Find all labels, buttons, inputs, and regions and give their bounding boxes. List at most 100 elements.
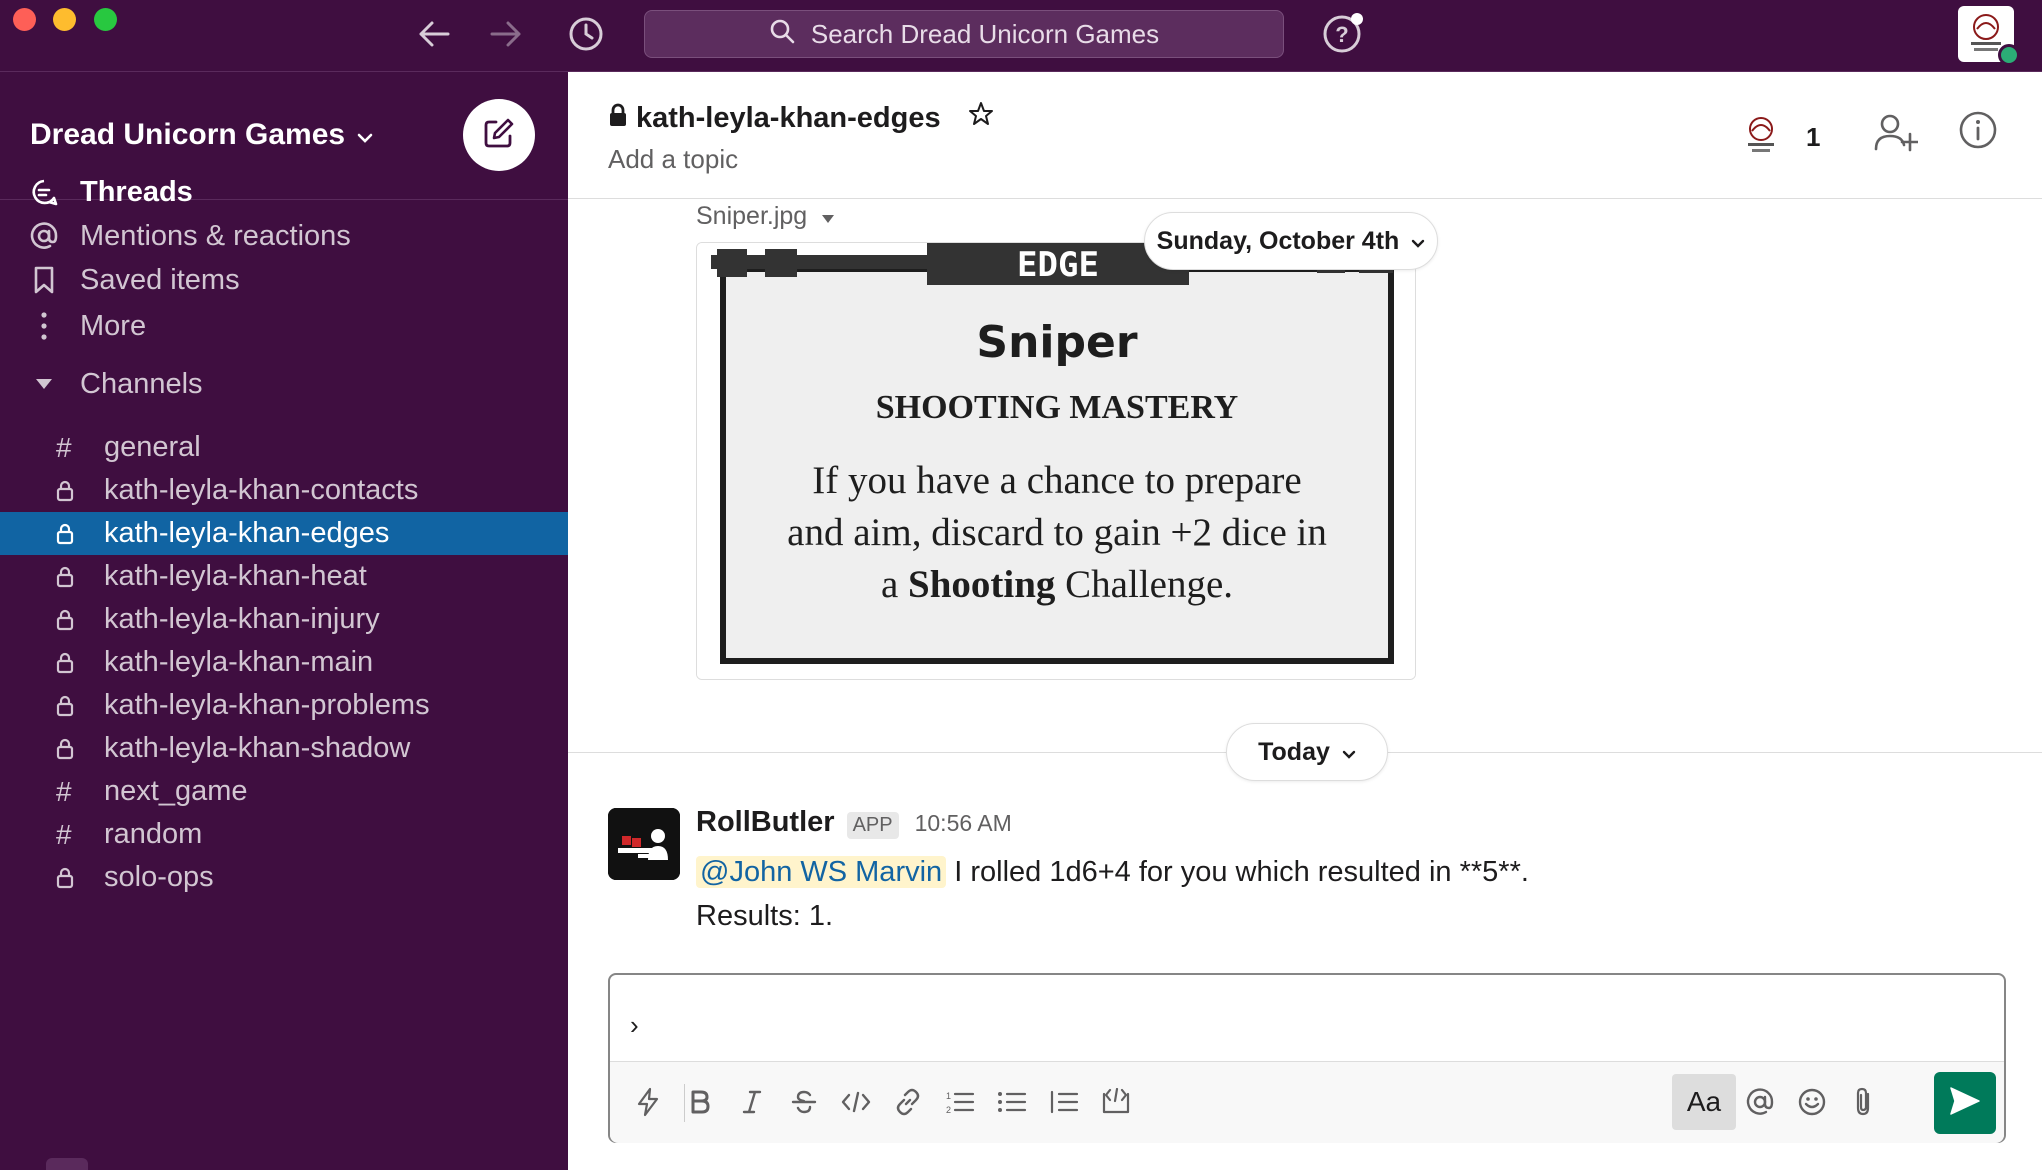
channel-title[interactable]: kath-leyla-khan-edges — [608, 100, 995, 136]
sidebar-channel-kath-leyla-khan-problems[interactable]: kath-leyla-khan-problems — [0, 684, 568, 727]
attachment-filename[interactable]: Sniper.jpg — [696, 202, 835, 231]
member-count[interactable]: 1 — [1806, 122, 1820, 153]
sidebar-channel-next_game[interactable]: # next_game — [0, 770, 568, 813]
attachment-paperclip-icon[interactable] — [1836, 1074, 1892, 1130]
strikethrough-icon[interactable] — [776, 1074, 832, 1130]
maximize-window-button[interactable] — [94, 8, 117, 31]
sidebar-channel-random[interactable]: # random — [0, 813, 568, 856]
channel-topic[interactable]: Add a topic — [608, 144, 738, 175]
lock-icon — [608, 102, 628, 135]
emoji-icon[interactable] — [1784, 1074, 1840, 1130]
back-arrow-icon[interactable] — [412, 12, 456, 56]
sidebar-item-label: Mentions & reactions — [80, 219, 351, 252]
message-results: Results: 1. — [696, 900, 833, 932]
sidebar-item-label: More — [80, 309, 147, 342]
sidebar-item-label: Saved items — [80, 263, 240, 296]
link-icon[interactable] — [880, 1074, 936, 1130]
formatting-toggle-label: Aa — [1686, 1086, 1722, 1117]
message-line: @John WS Marvin I rolled 1d6+4 for you w… — [696, 850, 1529, 894]
blockquote-icon[interactable] — [1036, 1074, 1092, 1130]
date-divider-today[interactable]: Today — [1226, 723, 1388, 781]
bookmark-icon — [28, 265, 60, 295]
svg-text:?: ? — [1335, 22, 1348, 47]
code-block-icon[interactable] — [1088, 1074, 1144, 1130]
chevron-down-icon — [1342, 738, 1356, 767]
code-icon[interactable] — [828, 1074, 884, 1130]
sidebar-item-label: Threads — [80, 175, 193, 208]
sidebar-channel-kath-leyla-khan-injury[interactable]: kath-leyla-khan-injury — [0, 598, 568, 641]
card-rules-fragment: Challenge. — [1055, 563, 1234, 606]
sidebar-channel-general[interactable]: # general — [0, 426, 568, 469]
channels-section-toggle[interactable]: Channels — [28, 364, 203, 404]
channel-label: kath-leyla-khan-main — [104, 646, 374, 678]
member-avatar[interactable] — [1738, 112, 1784, 163]
chevron-down-icon — [357, 118, 373, 152]
sidebar-channel-kath-leyla-khan-heat[interactable]: kath-leyla-khan-heat — [0, 555, 568, 598]
card-rules-bold: Shooting — [908, 563, 1056, 606]
minimize-window-button[interactable] — [53, 8, 76, 31]
workspace-menu[interactable]: Dread Unicorn Games — [30, 118, 373, 152]
formatting-toggle-button[interactable]: Aa — [1672, 1074, 1736, 1130]
user-mention[interactable]: @John WS Marvin — [696, 856, 947, 888]
mention-at-icon[interactable] — [1732, 1074, 1788, 1130]
sidebar-item-mentions[interactable]: Mentions & reactions — [28, 216, 351, 256]
shortcuts-lightning-icon[interactable] — [620, 1074, 676, 1130]
sidebar-item-saved[interactable]: Saved items — [28, 260, 240, 300]
sidebar: Dread Unicorn Games Threads Mentions & r… — [0, 72, 568, 1170]
message-author[interactable]: RollButler — [696, 806, 835, 839]
search-input[interactable]: Search Dread Unicorn Games — [644, 10, 1284, 58]
channel-label: kath-leyla-khan-contacts — [104, 474, 419, 506]
formatting-toolbar: 12 Aa — [610, 1061, 2004, 1143]
italic-icon[interactable] — [724, 1074, 780, 1130]
channel-label: kath-leyla-khan-shadow — [104, 732, 411, 764]
app-badge: APP — [846, 812, 899, 839]
channel-label: kath-leyla-khan-heat — [104, 560, 367, 592]
message-timestamp[interactable]: 10:56 AM — [915, 810, 1012, 837]
message-header: RollButler APP 10:56 AM — [696, 806, 1012, 839]
threads-icon — [28, 178, 60, 206]
lock-icon — [0, 867, 104, 889]
bot-avatar[interactable] — [608, 808, 680, 880]
sidebar-channel-kath-leyla-khan-main[interactable]: kath-leyla-khan-main — [0, 641, 568, 684]
compose-icon — [482, 116, 516, 155]
channel-header: kath-leyla-khan-edges Add a topic 1 — [568, 72, 2042, 199]
ordered-list-icon[interactable]: 12 — [932, 1074, 988, 1130]
sidebar-channel-kath-leyla-khan-edges[interactable]: kath-leyla-khan-edges — [0, 512, 568, 555]
message-composer: 12 Aa — [608, 973, 2006, 1143]
add-member-icon[interactable] — [1874, 112, 1920, 157]
forward-arrow-icon[interactable] — [484, 12, 528, 56]
main-pane: kath-leyla-khan-edges Add a topic 1 Snip… — [568, 72, 2042, 1170]
close-window-button[interactable] — [13, 8, 36, 31]
star-icon[interactable] — [967, 100, 995, 136]
date-divider-previous[interactable]: Sunday, October 4th — [1144, 212, 1438, 270]
hash-icon: # — [56, 775, 72, 807]
channel-label: random — [104, 818, 203, 850]
help-icon[interactable]: ? — [1320, 12, 1364, 56]
lock-icon — [0, 523, 104, 545]
sidebar-channel-kath-leyla-khan-contacts[interactable]: kath-leyla-khan-contacts — [0, 469, 568, 512]
send-icon — [1949, 1086, 1981, 1121]
caret-down-icon — [821, 202, 835, 231]
channel-label: general — [104, 431, 201, 463]
svg-text:2: 2 — [946, 1105, 951, 1115]
lock-icon — [0, 609, 104, 631]
bulleted-list-icon[interactable] — [984, 1074, 1040, 1130]
history-clock-icon[interactable] — [564, 12, 608, 56]
card-subtitle: SHOOTING MASTERY — [875, 389, 1239, 426]
card-rules-text: If you have a chance to prepare and aim,… — [697, 455, 1415, 611]
search-icon — [769, 18, 795, 51]
bold-icon[interactable] — [672, 1074, 728, 1130]
hash-icon: # — [56, 431, 72, 463]
sidebar-channel-kath-leyla-khan-shadow[interactable]: kath-leyla-khan-shadow — [0, 727, 568, 770]
message-input[interactable] — [630, 995, 1970, 1055]
sidebar-channel-solo-ops[interactable]: solo-ops — [0, 856, 568, 899]
message-text: I rolled 1d6+4 for you which resulted in… — [946, 856, 1529, 888]
info-icon[interactable] — [1958, 110, 1998, 155]
sidebar-item-more[interactable]: More — [28, 306, 146, 346]
send-button[interactable] — [1934, 1072, 1996, 1134]
card-rules-line: a Shooting Challenge. — [697, 559, 1415, 611]
presence-indicator — [1998, 44, 2020, 66]
compose-button[interactable] — [463, 99, 535, 171]
attachment-image[interactable]: EDGE Sniper SHOOTING MASTERY If you have… — [696, 242, 1416, 680]
sidebar-item-threads[interactable]: Threads — [28, 172, 193, 212]
